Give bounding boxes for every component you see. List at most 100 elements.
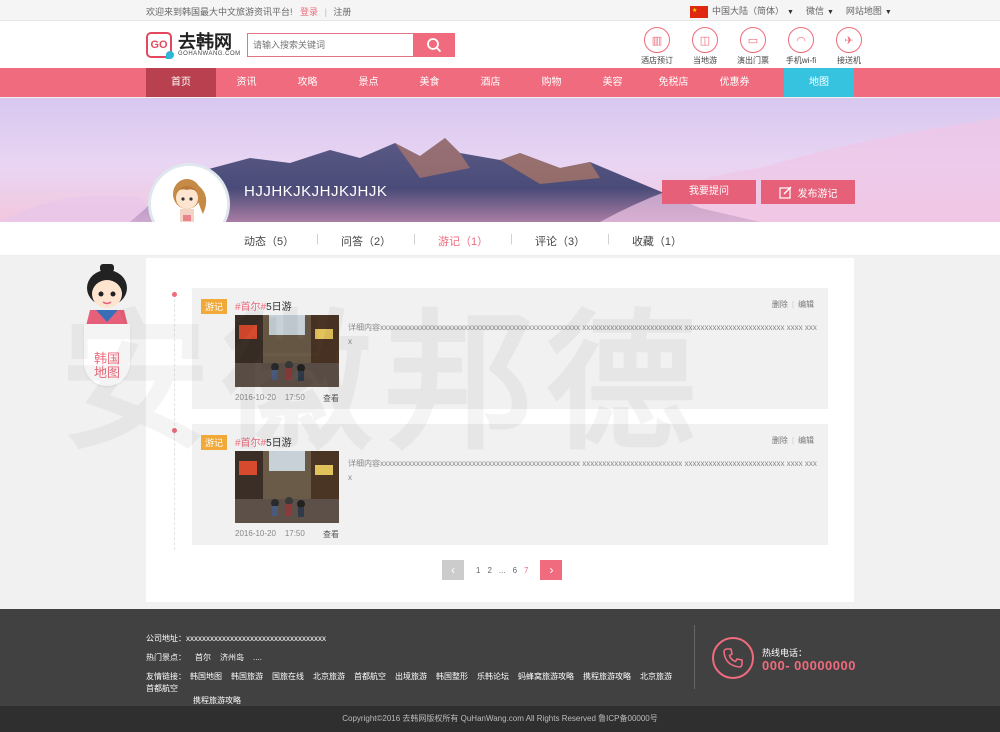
entry-title[interactable]: #首尔#5日游 bbox=[235, 434, 292, 449]
nav-item-food[interactable]: 美食 bbox=[399, 68, 460, 97]
top-right-menu: 中国大陆（简体）▼ 微信▼ 网站地图▼ bbox=[690, 4, 892, 18]
friend-link[interactable]: 韩国地图 bbox=[190, 672, 222, 681]
weixin-menu[interactable]: 微信 ▼ bbox=[806, 4, 834, 17]
nav-item-dutyfree[interactable]: 免税店 bbox=[643, 68, 704, 97]
tab-activity[interactable]: 动态（5） bbox=[244, 233, 294, 249]
friend-link[interactable]: 北京旅游 bbox=[313, 672, 345, 681]
delete-link[interactable]: 删除 bbox=[772, 300, 788, 309]
view-link[interactable]: 查看 bbox=[323, 529, 339, 540]
hot-link[interactable]: 济州岛 bbox=[220, 653, 244, 662]
hot-link[interactable]: 首尔 bbox=[195, 653, 211, 662]
quick-airport[interactable]: ✈ 接送机 bbox=[825, 27, 873, 66]
street-photo-image bbox=[235, 315, 339, 387]
timeline-line bbox=[174, 294, 175, 550]
timeline-dot bbox=[172, 292, 177, 297]
friend-link[interactable]: 北京旅游 bbox=[640, 672, 672, 681]
nav-item-map[interactable]: 地图 bbox=[784, 68, 854, 97]
entry-date: 2016-10-20 bbox=[235, 529, 276, 538]
footer: 公司地址：xxxxxxxxxxxxxxxxxxxxxxxxxxxxxxxxxxx… bbox=[0, 609, 1000, 706]
caret-down-icon: ▼ bbox=[884, 9, 892, 17]
badge-line2: 地图 bbox=[93, 365, 120, 380]
divider: | bbox=[413, 233, 416, 245]
search-button[interactable] bbox=[413, 33, 455, 57]
quick-wifi[interactable]: ◠ 手机wi-fi bbox=[777, 27, 825, 66]
welcome-area: 欢迎来到韩国最大中文旅游资讯平台! 登录 | 注册 bbox=[146, 5, 351, 18]
friend-link[interactable]: 乐韩论坛 bbox=[477, 672, 509, 681]
quick-hotel[interactable]: ▥ 酒店预订 bbox=[633, 27, 681, 66]
friend-link[interactable]: 携程旅游攻略 bbox=[193, 696, 241, 705]
entry-date: 2016-10-20 bbox=[235, 393, 276, 402]
china-flag-icon bbox=[690, 5, 708, 18]
chevron-left-icon: ‹ bbox=[451, 563, 455, 577]
nav-item-beauty[interactable]: 美容 bbox=[582, 68, 643, 97]
main-nav: 首页 资讯 攻略 景点 美食 酒店 购物 美容 免税店 优惠券 地图 bbox=[0, 68, 1000, 97]
quick-label: 当地游 bbox=[693, 56, 717, 65]
nav-item-coupon[interactable]: 优惠券 bbox=[704, 68, 765, 97]
nav-item-shopping[interactable]: 购物 bbox=[521, 68, 582, 97]
travelogue-entry: 游记 #首尔#5日游 删除 | 编辑 详细内容xxxxxxxxxxxxxxxxxxx… bbox=[192, 288, 828, 409]
entry-photo[interactable] bbox=[235, 315, 339, 387]
friend-link[interactable]: 首都航空 bbox=[354, 672, 386, 681]
page-1[interactable]: 1 bbox=[476, 566, 480, 575]
entry-time: 17:50 bbox=[284, 529, 305, 538]
edit-link[interactable]: 编辑 bbox=[798, 436, 814, 445]
friend-link[interactable]: 蚂蜂窝旅游攻略 bbox=[518, 672, 574, 681]
quick-tickets[interactable]: ▭ 演出门票 bbox=[729, 27, 777, 66]
edit-link[interactable]: 编辑 bbox=[798, 300, 814, 309]
header: GO 去韩网 GOHANWANG.COM ▥ 酒店预订 ◫ 当地游 ▭ 演出门票 ◠ 手… bbox=[0, 21, 1000, 68]
chevron-right-icon: › bbox=[549, 563, 554, 577]
friend-link[interactable]: 韩国整形 bbox=[436, 672, 468, 681]
sitemap-menu[interactable]: 网站地图 ▼ bbox=[846, 4, 892, 17]
pagination: ‹ 1 2 ... 6 7 › bbox=[442, 560, 563, 580]
entry-title-text: 5日游 bbox=[266, 302, 292, 313]
nav-item-guides[interactable]: 攻略 bbox=[277, 68, 338, 97]
publish-travelogue-button[interactable]: 发布游记 bbox=[761, 180, 855, 204]
friend-link[interactable]: 国旅在线 bbox=[272, 672, 304, 681]
quick-local-tour[interactable]: ◫ 当地游 bbox=[681, 27, 729, 66]
register-link[interactable]: 注册 bbox=[333, 7, 351, 17]
logo-subtext: GOHANWANG.COM bbox=[178, 51, 241, 57]
profile-tabs: 动态（5） | 问答（2） | 游记（1） | 评论（3） | 收藏（1） bbox=[0, 222, 1000, 256]
login-link[interactable]: 登录 bbox=[300, 7, 318, 17]
nav-item-sights[interactable]: 景点 bbox=[338, 68, 399, 97]
quick-links: ▥ 酒店预订 ◫ 当地游 ▭ 演出门票 ◠ 手机wi-fi ✈ 接送机 bbox=[633, 27, 873, 66]
entry-hashtag: #首尔# bbox=[235, 438, 267, 449]
quick-label: 酒店预订 bbox=[641, 56, 673, 65]
region-selector[interactable]: 中国大陆（简体）▼ bbox=[690, 4, 794, 18]
page-7-current[interactable]: 7 bbox=[524, 566, 528, 575]
publish-label: 发布游记 bbox=[797, 188, 838, 200]
korea-map-badge[interactable]: 韩国 地图 bbox=[78, 264, 136, 394]
entry-photo[interactable] bbox=[235, 451, 339, 523]
nav-item-news[interactable]: 资讯 bbox=[216, 68, 277, 97]
tab-favorites[interactable]: 收藏（1） bbox=[632, 233, 682, 249]
entry-hashtag: #首尔# bbox=[235, 302, 267, 313]
nav-item-hotel[interactable]: 酒店 bbox=[460, 68, 521, 97]
entry-description: 详细内容xxxxxxxxxxxxxxxxxxxxxxxxxxxxxxxxxxxx… bbox=[348, 323, 817, 346]
friend-link[interactable]: 携程旅游攻略 bbox=[583, 672, 631, 681]
page-ellipsis: ... bbox=[498, 565, 506, 575]
friend-link[interactable]: 出境旅游 bbox=[395, 672, 427, 681]
page-2[interactable]: 2 bbox=[487, 566, 491, 575]
company-address: 公司地址：xxxxxxxxxxxxxxxxxxxxxxxxxxxxxxxxxxx bbox=[146, 634, 326, 643]
entry-title[interactable]: #首尔#5日游 bbox=[235, 298, 292, 313]
tab-qa[interactable]: 问答（2） bbox=[341, 233, 391, 249]
nav-item-home[interactable]: 首页 bbox=[146, 68, 216, 97]
search-input[interactable] bbox=[247, 33, 413, 57]
entry-description: 详细内容xxxxxxxxxxxxxxxxxxxxxxxxxxxxxxxxxxxx… bbox=[348, 459, 817, 482]
next-page-button[interactable]: › bbox=[540, 560, 563, 580]
hot-link: .... bbox=[253, 653, 262, 662]
friend-link[interactable]: 韩国旅游 bbox=[231, 672, 263, 681]
logo[interactable]: GO 去韩网 GOHANWANG.COM bbox=[146, 32, 241, 59]
delete-link[interactable]: 删除 bbox=[772, 436, 788, 445]
hotel-icon: ▥ bbox=[644, 27, 670, 53]
ask-question-button[interactable]: 我要提问 bbox=[662, 180, 756, 204]
bag-icon: ◫ bbox=[692, 27, 718, 53]
quick-label: 接送机 bbox=[837, 56, 861, 65]
friend-link[interactable]: 首都航空 bbox=[146, 684, 178, 693]
view-link[interactable]: 查看 bbox=[323, 393, 339, 404]
tab-travelogue[interactable]: 游记（1） bbox=[438, 233, 488, 249]
hot-spots: 热门景点： 首尔 济州岛.... bbox=[146, 652, 271, 663]
tab-comments[interactable]: 评论（3） bbox=[535, 233, 585, 249]
page-6[interactable]: 6 bbox=[513, 566, 517, 575]
prev-page-button[interactable]: ‹ bbox=[442, 560, 464, 580]
